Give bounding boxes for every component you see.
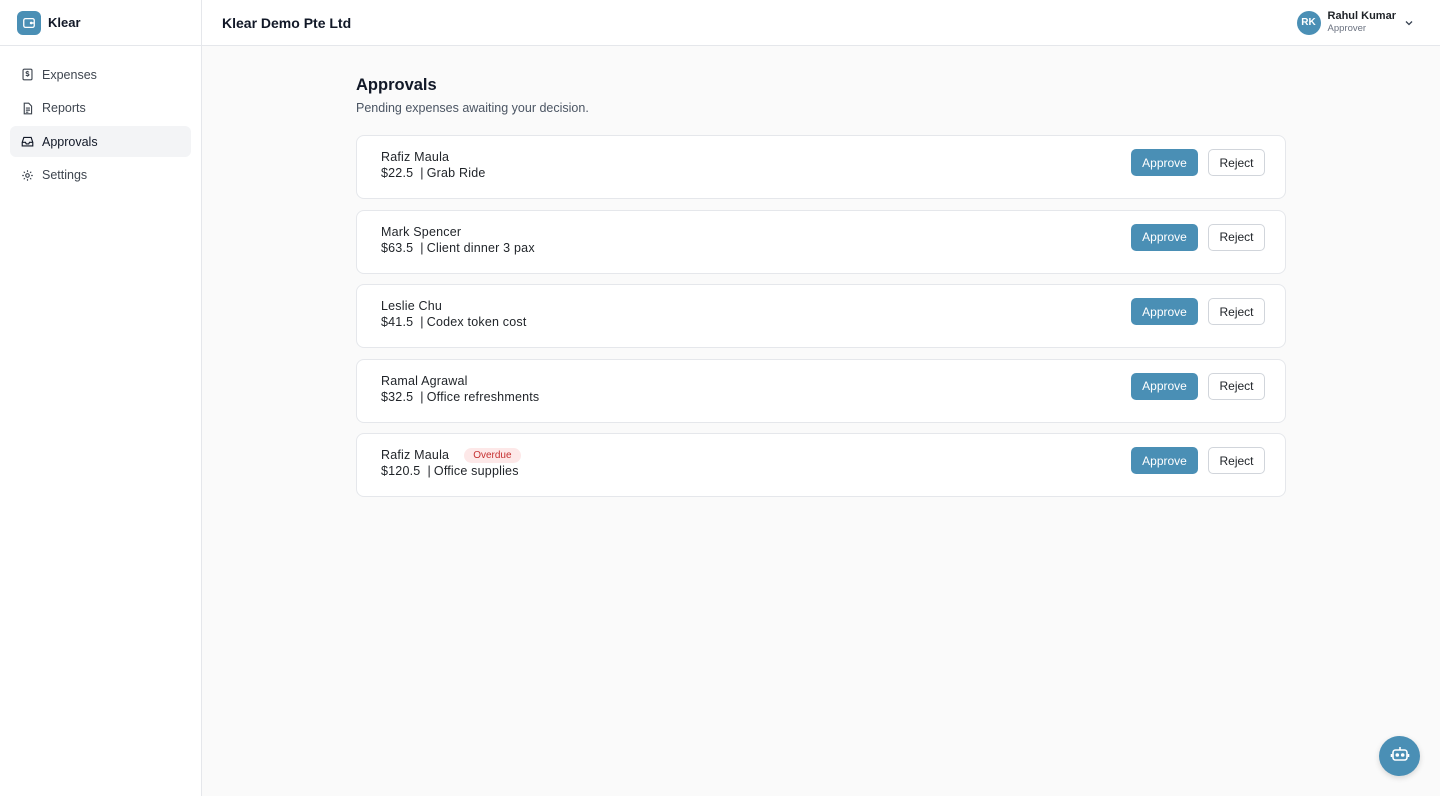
approve-button[interactable]: Approve bbox=[1131, 447, 1198, 474]
expense-detail: $22.5 | Grab Ride bbox=[381, 166, 486, 180]
expense-detail: $120.5 | Office supplies bbox=[381, 464, 519, 478]
approval-card: Leslie Chu $41.5 | Codex token cost Approv… bbox=[356, 284, 1286, 348]
expense-description: Office refreshments bbox=[426, 389, 540, 404]
expense-description: Codex token cost bbox=[426, 315, 527, 329]
approve-button[interactable]: Approve bbox=[1131, 223, 1198, 251]
expense-detail: $41.5 | Codex token cost bbox=[381, 315, 527, 329]
reject-button[interactable]: Reject bbox=[1208, 223, 1265, 251]
reject-button[interactable]: Reject bbox=[1208, 149, 1265, 176]
approval-card: Rafiz Maula Overdue $120.5 | Office suppli… bbox=[356, 433, 1286, 497]
employee-name: Ramal Agrawal bbox=[381, 373, 468, 388]
approval-actions: Approve Reject bbox=[1131, 447, 1265, 474]
user-info: Rahul Kumar Approver bbox=[1328, 10, 1396, 35]
sidebar-item-label: Settings bbox=[42, 168, 88, 183]
employee-name: Rafiz Maula bbox=[381, 150, 450, 164]
approval-card: Rafiz Maula $22.5 | Grab Ride Approve Reje… bbox=[356, 135, 1286, 199]
expense-amount: $63.5 bbox=[381, 240, 414, 255]
avatar: RK bbox=[1296, 10, 1321, 35]
user-name: Rahul Kumar bbox=[1327, 10, 1396, 22]
org-name: Klear Demo Pte Ltd bbox=[222, 14, 352, 31]
main-content: Approvals Pending expenses awaiting your… bbox=[356, 76, 1286, 508]
approval-actions: Approve Reject bbox=[1131, 298, 1265, 325]
employee-name: Rafiz Maula bbox=[381, 448, 450, 462]
sidebar-item-expenses[interactable]: Expenses bbox=[10, 59, 191, 90]
reject-button[interactable]: Reject bbox=[1208, 447, 1265, 474]
employee-name: Mark Spencer bbox=[381, 224, 462, 239]
sidebar-item-label: Reports bbox=[42, 101, 86, 116]
approve-button[interactable]: Approve bbox=[1131, 298, 1198, 325]
gear-icon bbox=[20, 168, 34, 182]
approval-info: Mark Spencer $63.5 | Client dinner 3 pax bbox=[381, 225, 535, 255]
user-role: Approver bbox=[1327, 23, 1367, 34]
sidebar-item-label: Approvals bbox=[42, 134, 98, 149]
brand[interactable]: Klear bbox=[0, 0, 201, 46]
sidebar-item-approvals[interactable]: Approvals bbox=[10, 126, 191, 158]
topbar: Klear Demo Pte Ltd RK Rahul Kumar Approv… bbox=[202, 0, 1440, 46]
approval-actions: Approve Reject bbox=[1131, 149, 1265, 176]
expense-amount: $120.5 bbox=[381, 464, 421, 478]
page-subtitle: Pending expenses awaiting your decision. bbox=[356, 101, 589, 115]
sidebar-item-reports[interactable]: Reports bbox=[10, 93, 191, 124]
approval-info: Ramal Agrawal $32.5 | Office refreshments bbox=[381, 374, 539, 404]
robot-icon bbox=[1390, 744, 1410, 769]
approval-info: Rafiz Maula Overdue $120.5 | Office suppli… bbox=[381, 447, 521, 478]
expense-amount: $22.5 bbox=[381, 166, 414, 180]
page-title: Approvals bbox=[356, 76, 437, 94]
expense-description: Office supplies bbox=[433, 464, 519, 478]
expense-description: Grab Ride bbox=[426, 166, 486, 180]
reject-button[interactable]: Reject bbox=[1208, 298, 1265, 325]
dollar-receipt-icon bbox=[20, 68, 34, 82]
document-icon bbox=[20, 101, 34, 115]
sidebar-item-settings[interactable]: Settings bbox=[10, 160, 191, 191]
approve-button[interactable]: Approve bbox=[1131, 372, 1198, 400]
approve-button[interactable]: Approve bbox=[1131, 149, 1198, 176]
expense-amount: $41.5 bbox=[381, 315, 414, 329]
wallet-icon bbox=[17, 10, 41, 35]
expense-amount: $32.5 bbox=[381, 389, 414, 404]
approval-card: Ramal Agrawal $32.5 | Office refreshments … bbox=[356, 358, 1286, 423]
inbox-icon bbox=[20, 135, 34, 149]
assistant-button[interactable] bbox=[1379, 736, 1420, 776]
brand-name: Klear bbox=[48, 15, 81, 30]
expense-description: Client dinner 3 pax bbox=[426, 240, 535, 255]
approval-list: Rafiz Maula $22.5 | Grab Ride Approve Reje… bbox=[356, 135, 1286, 497]
approval-actions: Approve Reject bbox=[1131, 372, 1265, 400]
expense-detail: $63.5 | Client dinner 3 pax bbox=[381, 240, 535, 255]
user-menu[interactable]: RK Rahul Kumar Approver bbox=[1296, 10, 1414, 35]
employee-name: Leslie Chu bbox=[381, 299, 443, 313]
sidebar-nav: Expenses Reports Approvals Settings bbox=[0, 46, 201, 206]
approval-card: Mark Spencer $63.5 | Client dinner 3 pax A… bbox=[356, 209, 1286, 274]
overdue-badge: Overdue bbox=[464, 447, 521, 463]
chevron-down-icon bbox=[1404, 18, 1414, 28]
sidebar-item-label: Expenses bbox=[42, 67, 97, 82]
approval-actions: Approve Reject bbox=[1131, 223, 1265, 251]
approval-info: Leslie Chu $41.5 | Codex token cost bbox=[381, 299, 527, 329]
expense-detail: $32.5 | Office refreshments bbox=[381, 389, 540, 404]
approval-info: Rafiz Maula $22.5 | Grab Ride bbox=[381, 150, 486, 180]
sidebar: Klear Expenses Reports Approvals Setting… bbox=[0, 0, 202, 796]
reject-button[interactable]: Reject bbox=[1208, 372, 1265, 400]
